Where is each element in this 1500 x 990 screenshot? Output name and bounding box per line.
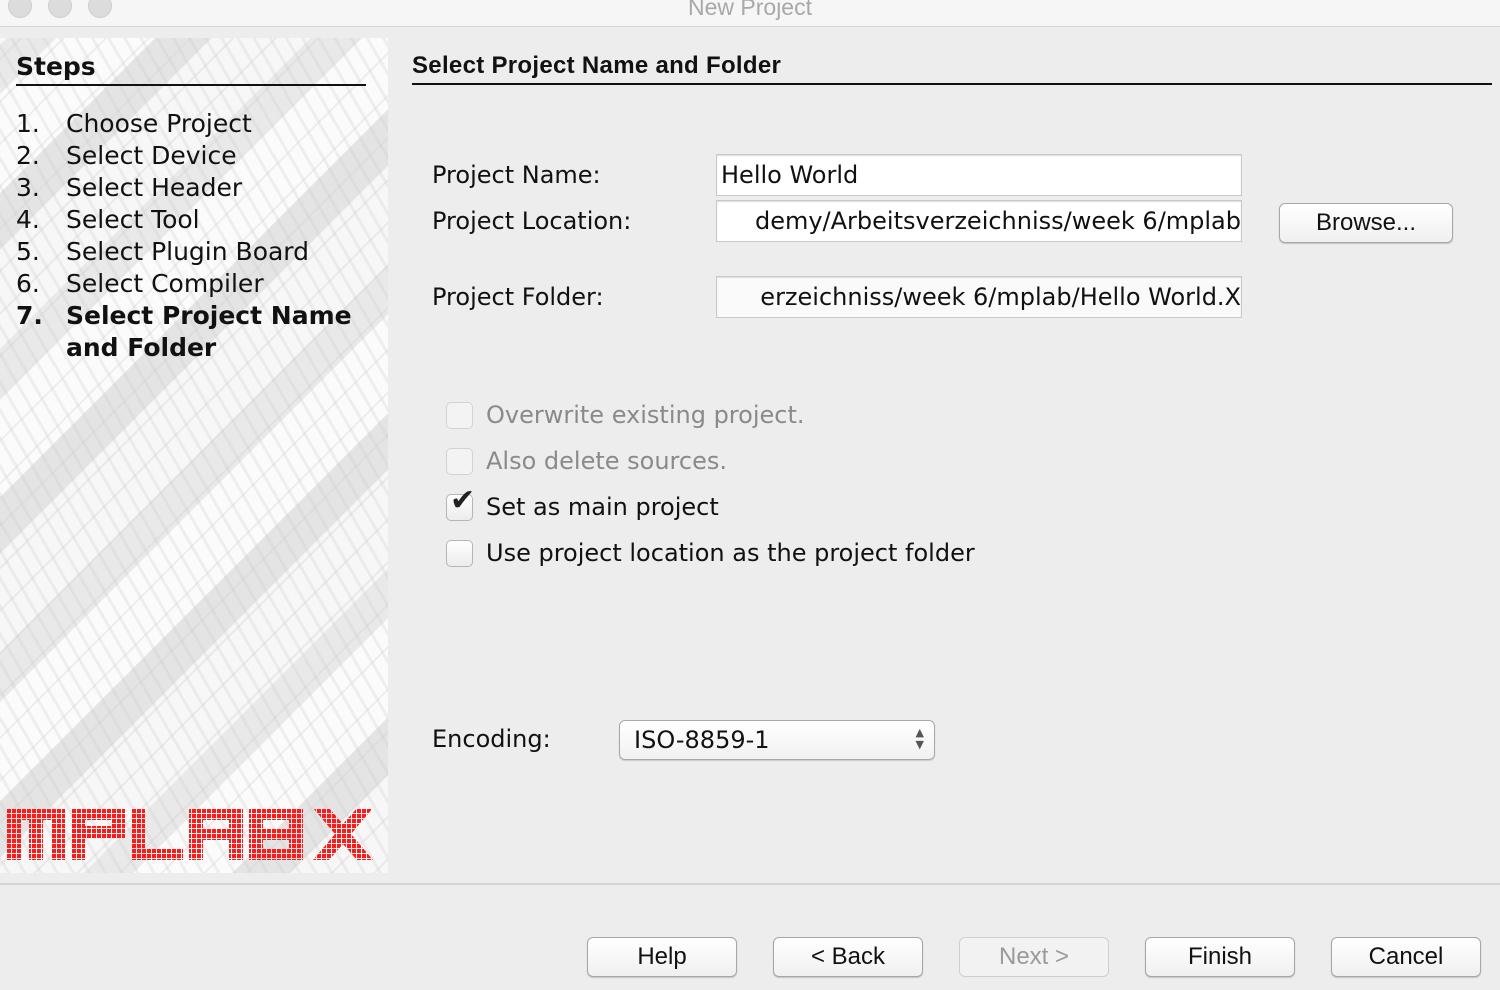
delete-sources-label: Also delete sources. bbox=[486, 447, 727, 475]
next-button[interactable]: Next > bbox=[959, 937, 1109, 977]
project-name-label: Project Name: bbox=[432, 161, 601, 189]
arrow-down-icon: ▼ bbox=[915, 738, 924, 751]
steps-sidebar: Steps 1. Choose Project 2. Select Device… bbox=[0, 38, 388, 873]
step-number: 1. bbox=[16, 109, 40, 138]
overwrite-existing-label: Overwrite existing project. bbox=[486, 401, 805, 429]
project-folder-label: Project Folder: bbox=[432, 283, 604, 311]
select-arrows-icon: ▲ ▼ bbox=[916, 727, 924, 751]
project-location-input[interactable]: demy/Arbeitsverzeichniss/week 6/mplab bbox=[716, 200, 1242, 242]
browse-button[interactable]: Browse... bbox=[1279, 203, 1453, 243]
step-number: 6. bbox=[16, 269, 40, 298]
step-number: 5. bbox=[16, 237, 40, 266]
step-label: Select Device bbox=[66, 141, 237, 170]
project-folder-input[interactable]: erzeichniss/week 6/mplab/Hello World.X bbox=[716, 276, 1242, 318]
use-location-as-folder-checkbox-row[interactable]: Use project location as the project fold… bbox=[446, 538, 975, 568]
step-label: Select Plugin Board bbox=[66, 237, 310, 266]
cancel-button[interactable]: Cancel bbox=[1331, 937, 1481, 977]
page-title: Select Project Name and Folder bbox=[412, 52, 782, 79]
mplabx-logo bbox=[7, 804, 375, 868]
step-label: Select Tool bbox=[66, 205, 200, 234]
encoding-value: ISO-8859-1 bbox=[634, 726, 770, 754]
project-name-input[interactable]: Hello World bbox=[716, 154, 1242, 196]
set-main-project-label: Set as main project bbox=[486, 493, 719, 521]
overwrite-existing-checkbox-row[interactable]: Overwrite existing project. bbox=[446, 400, 805, 430]
use-location-as-folder-checkbox[interactable] bbox=[446, 539, 473, 567]
help-button[interactable]: Help bbox=[587, 937, 737, 977]
project-location-label: Project Location: bbox=[432, 207, 632, 235]
encoding-select[interactable]: ISO-8859-1 ▲ ▼ bbox=[619, 720, 935, 760]
step-label: Choose Project bbox=[66, 109, 252, 138]
mplabx-logo-graphic bbox=[7, 808, 373, 860]
encoding-label: Encoding: bbox=[432, 725, 551, 753]
step-number: 7. bbox=[16, 301, 43, 330]
overwrite-existing-checkbox[interactable] bbox=[446, 401, 473, 429]
steps-title: Steps bbox=[16, 52, 96, 81]
use-location-as-folder-label: Use project location as the project fold… bbox=[486, 539, 975, 567]
step-number: 3. bbox=[16, 173, 40, 202]
step-label: Select Compiler bbox=[66, 269, 264, 298]
window-title: New Project bbox=[688, 0, 812, 20]
steps-divider bbox=[16, 84, 366, 86]
checkmark-icon: ✔ bbox=[450, 482, 476, 518]
step-number: 4. bbox=[16, 205, 40, 234]
footer-divider bbox=[0, 883, 1500, 885]
step-number: 2. bbox=[16, 141, 40, 170]
title-bar: New Project bbox=[0, 0, 1500, 27]
finish-button[interactable]: Finish bbox=[1145, 937, 1295, 977]
title-divider bbox=[412, 83, 1492, 85]
step-label: Select Project Name bbox=[66, 301, 352, 330]
delete-sources-checkbox[interactable] bbox=[446, 447, 473, 475]
delete-sources-checkbox-row[interactable]: Also delete sources. bbox=[446, 446, 727, 476]
back-button[interactable]: < Back bbox=[773, 937, 923, 977]
set-main-project-checkbox-row[interactable]: ✔ Set as main project bbox=[446, 485, 719, 522]
set-main-project-checkbox[interactable]: ✔ bbox=[446, 485, 475, 521]
step-label: Select Header bbox=[66, 173, 243, 202]
step-label: and Folder bbox=[66, 333, 217, 362]
